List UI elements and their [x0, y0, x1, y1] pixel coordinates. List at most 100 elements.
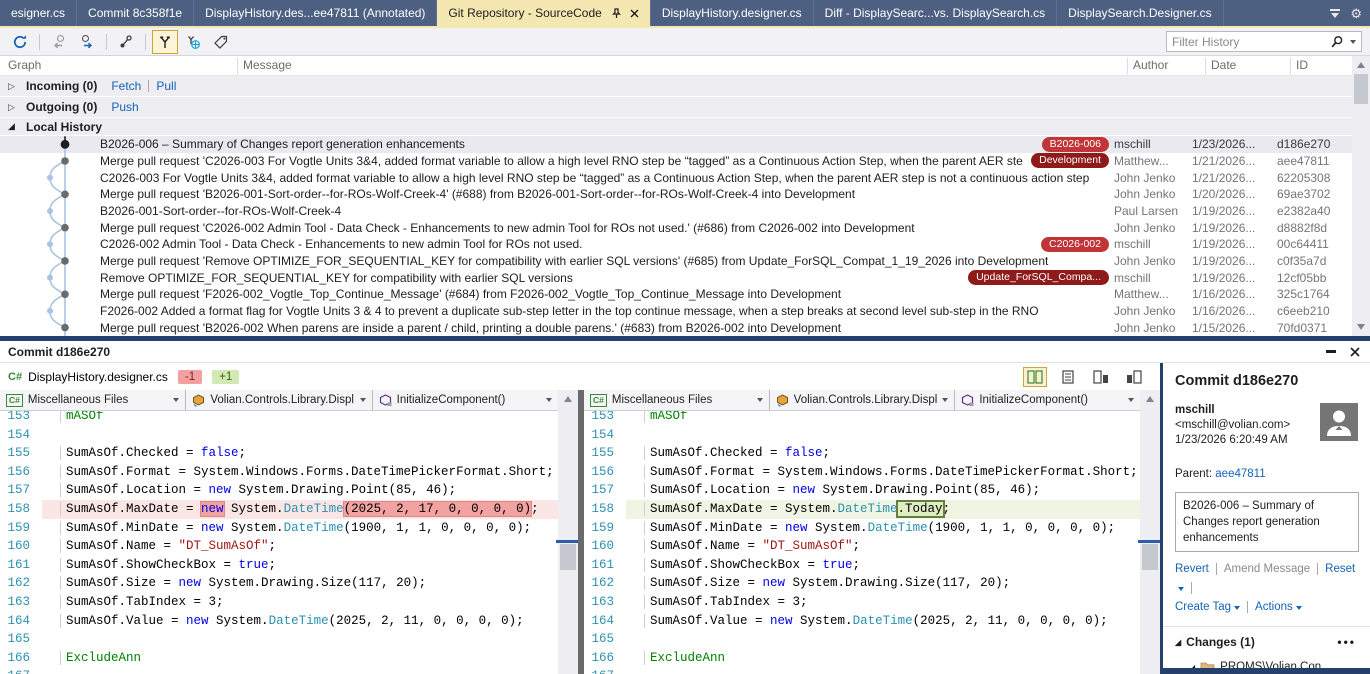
history-scrollbar[interactable] [1352, 56, 1370, 336]
compare-branch-icon[interactable] [152, 30, 178, 54]
type-scope-dropdown[interactable]: Volian.Controls.Library.Displ [186, 390, 372, 410]
column-separator[interactable] [1290, 58, 1291, 74]
close-icon[interactable] [1350, 347, 1360, 357]
side-by-side-diff-icon[interactable] [1023, 367, 1047, 387]
column-message[interactable]: Message [243, 58, 292, 72]
pull-link[interactable]: Pull [156, 79, 176, 93]
scroll-up-icon[interactable] [1146, 396, 1154, 402]
diff-line: 165 [0, 630, 558, 649]
tab-overflow-icon[interactable] [1330, 9, 1340, 17]
fetch-link[interactable]: Fetch [111, 79, 141, 93]
expander-collapsed-icon[interactable] [8, 102, 20, 113]
commit-row[interactable]: Merge pull request 'B2026-002 When paren… [0, 319, 1352, 336]
document-tab[interactable]: DisplayHistory.designer.cs [651, 0, 814, 26]
right-pane-scrollbar[interactable] [1140, 390, 1160, 674]
column-separator[interactable] [1205, 58, 1206, 74]
fetch-icon[interactable] [46, 30, 72, 54]
commit-row[interactable]: Merge pull request 'F2026-002_Vogtle_Top… [0, 286, 1352, 303]
changed-file-row[interactable]: C# DisplayHistory.designer.cs -1 +1 [0, 363, 1160, 390]
commit-row[interactable]: Merge pull request 'C2026-002 Admin Tool… [0, 219, 1352, 236]
branch-graph-icon[interactable] [113, 30, 139, 54]
commit-row[interactable]: C2026-002 Admin Tool - Data Check - Enha… [0, 236, 1352, 253]
panel-bottom-edge [1163, 668, 1370, 674]
commit-row[interactable]: Merge pull request 'B2026-001-Sort-order… [0, 186, 1352, 203]
diff-pane-divider[interactable] [578, 390, 584, 674]
expander-expanded-icon[interactable] [8, 121, 20, 132]
column-id[interactable]: ID [1296, 58, 1308, 72]
commit-date: 1/19/2026... [1192, 204, 1277, 218]
pin-icon[interactable] [611, 8, 622, 19]
remote-branch-icon[interactable] [180, 30, 206, 54]
document-tab[interactable]: esigner.cs [0, 0, 77, 26]
column-separator[interactable] [237, 58, 238, 74]
scroll-down-icon[interactable] [1357, 324, 1365, 330]
member-scope-dropdown[interactable]: InitializeComponent() [373, 390, 558, 410]
commit-row[interactable]: Merge pull request 'C2026-003 For Vogtle… [0, 153, 1352, 170]
document-tab[interactable]: Git Repository - SourceCode [437, 0, 650, 26]
line-number: 162 [0, 574, 42, 593]
actions-link[interactable]: Actions [1255, 601, 1293, 613]
column-date[interactable]: Date [1211, 58, 1236, 72]
diff-pane-left[interactable]: 153mASOf154155SumAsOf.Checked = false;15… [0, 411, 558, 674]
scroll-up-icon[interactable] [564, 396, 572, 402]
column-author[interactable]: Author [1133, 58, 1168, 72]
line-number: 153 [584, 411, 626, 426]
commit-date: 1/16/2026... [1192, 304, 1277, 318]
inline-diff-icon[interactable] [1056, 367, 1080, 387]
create-tag-link[interactable]: Create Tag [1175, 601, 1231, 613]
document-tab[interactable]: Commit 8c358f1e [77, 0, 194, 26]
close-icon[interactable] [630, 9, 639, 18]
class-icon [192, 394, 205, 407]
type-scope-dropdown[interactable]: Volian.Controls.Library.Displ [770, 390, 956, 410]
parent-commit-link[interactable]: aee47811 [1215, 468, 1265, 480]
local-history-group-row[interactable]: Local History [0, 118, 1352, 136]
file-scope-dropdown[interactable]: C# Miscellaneous Files [584, 390, 770, 410]
document-tab[interactable]: DisplayHistory.des...ee47811 (Annotated) [194, 0, 437, 26]
column-separator[interactable] [1127, 58, 1128, 74]
scrollbar-thumb[interactable] [560, 544, 576, 570]
minimize-icon[interactable] [1326, 350, 1336, 353]
commit-author: mschill [1114, 271, 1192, 285]
commit-row[interactable]: B2026-006 – Summary of Changes report ge… [0, 136, 1352, 153]
reset-caret-icon[interactable] [1178, 587, 1184, 591]
commit-author-name: mschill [1175, 403, 1320, 418]
commit-row[interactable]: F2026-002 Added a format flag for Vogtle… [0, 303, 1352, 320]
commit-row[interactable]: Remove OPTIMIZE_FOR_SEQUENTIAL_KEY for c… [0, 269, 1352, 286]
commit-list: B2026-006 – Summary of Changes report ge… [0, 136, 1352, 336]
diff-pane-right[interactable]: 153mASOf154155SumAsOf.Checked = false;15… [584, 411, 1140, 674]
search-options-caret-icon[interactable] [1350, 40, 1356, 44]
more-options-icon[interactable]: ••• [1337, 635, 1356, 649]
filter-history-input[interactable] [1172, 35, 1330, 49]
commit-row[interactable]: Merge pull request 'Remove OPTIMIZE_FOR_… [0, 253, 1352, 270]
refresh-icon[interactable] [7, 30, 33, 54]
pull-icon[interactable] [74, 30, 100, 54]
document-tab[interactable]: Diff - DisplaySearc...vs. DisplaySearch.… [814, 0, 1058, 26]
file-scope-dropdown[interactable]: C# Miscellaneous Files [0, 390, 186, 410]
reset-link[interactable]: Reset [1325, 563, 1355, 575]
left-pane-scrollbar[interactable] [558, 390, 578, 674]
expander-expanded-icon[interactable] [1175, 638, 1181, 647]
commit-row[interactable]: C2026-003 For Vogtle Units 3&4, added fo… [0, 169, 1352, 186]
create-tag-caret-icon[interactable] [1234, 606, 1240, 610]
commit-message-box[interactable]: B2026-006 – Summary of Changes report ge… [1175, 492, 1359, 552]
outgoing-group-row[interactable]: Outgoing (0) Push [0, 97, 1352, 118]
document-tab[interactable]: DisplaySearch.Designer.cs [1057, 0, 1223, 26]
search-icon[interactable] [1330, 35, 1344, 49]
push-link[interactable]: Push [111, 100, 138, 114]
column-graph[interactable]: Graph [8, 58, 41, 72]
scrollbar-thumb[interactable] [1354, 74, 1368, 104]
changes-section-header[interactable]: Changes (1) ••• [1175, 635, 1360, 649]
right-file-view-icon[interactable] [1122, 367, 1146, 387]
tag-icon[interactable] [208, 30, 234, 54]
revert-link[interactable]: Revert [1175, 563, 1209, 575]
expander-collapsed-icon[interactable] [8, 81, 20, 92]
scroll-up-icon[interactable] [1357, 62, 1365, 68]
diff-line: 162SumAsOf.Size = new System.Drawing.Siz… [0, 574, 558, 593]
actions-caret-icon[interactable] [1296, 606, 1302, 610]
commit-row[interactable]: B2026-001-Sort-order--for-ROs-Wolf-Creek… [0, 203, 1352, 220]
left-file-view-icon[interactable] [1089, 367, 1113, 387]
member-scope-dropdown[interactable]: InitializeComponent() [955, 390, 1140, 410]
settings-gear-icon[interactable]: ⚙ [1350, 7, 1362, 20]
incoming-group-row[interactable]: Incoming (0) Fetch Pull [0, 76, 1352, 97]
scrollbar-thumb[interactable] [1142, 544, 1158, 570]
